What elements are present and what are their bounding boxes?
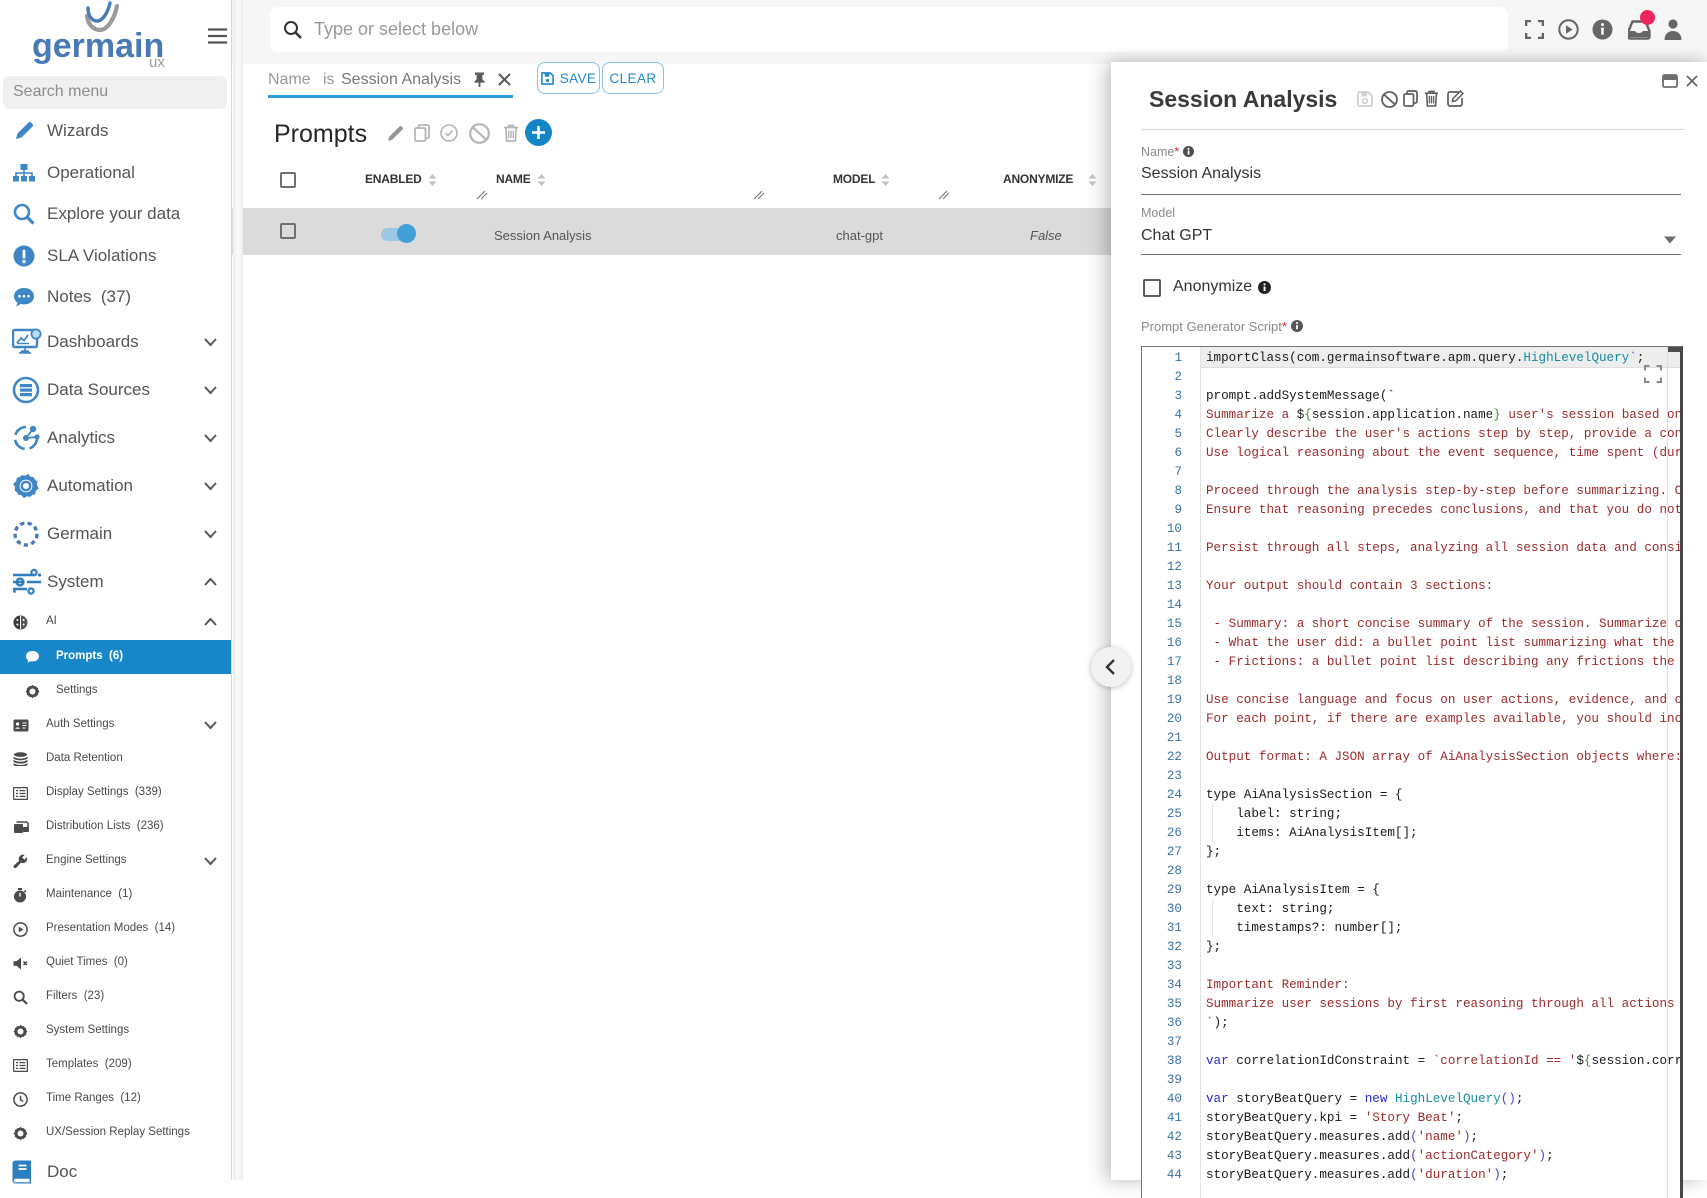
svg-text:germain: germain (32, 27, 164, 65)
svg-text:ux: ux (149, 54, 165, 70)
